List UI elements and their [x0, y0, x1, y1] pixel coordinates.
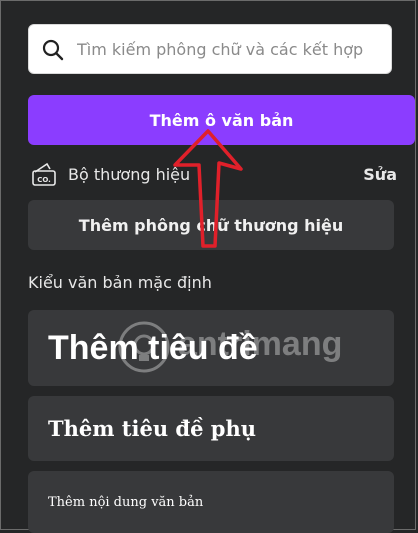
search-icon [42, 39, 64, 61]
add-textbox-button[interactable]: Thêm ô văn bản [28, 95, 415, 145]
brand-kit-icon: CO. [32, 162, 56, 186]
brand-kit-label: Bộ thương hiệu [68, 165, 191, 184]
add-body-text-label: Thêm nội dung văn bản [48, 494, 204, 510]
search-input[interactable] [77, 25, 387, 73]
add-brand-font-button[interactable]: Thêm phông chữ thương hiệu [28, 200, 394, 250]
default-styles-title: Kiểu văn bản mặc định [28, 273, 212, 292]
add-brand-font-label: Thêm phông chữ thương hiệu [78, 215, 344, 235]
add-heading-card[interactable]: Thêm tiêu đề [28, 310, 394, 386]
add-body-text-card[interactable]: Thêm nội dung văn bản [28, 471, 394, 533]
search-box[interactable] [28, 24, 392, 74]
brand-kit-row: CO. Bộ thương hiệu Sửa [31, 161, 397, 191]
svg-text:CO.: CO. [37, 176, 51, 184]
add-heading-label: Thêm tiêu đề [48, 328, 258, 367]
add-subheading-label: Thêm tiêu đề phụ [48, 416, 256, 441]
brand-kit-edit-link[interactable]: Sửa [363, 165, 397, 184]
add-subheading-card[interactable]: Thêm tiêu đề phụ [28, 396, 394, 461]
text-panel: Thêm ô văn bản CO. Bộ thương hiệu Sửa Th… [0, 0, 416, 533]
add-textbox-label: Thêm ô văn bản [149, 110, 294, 130]
